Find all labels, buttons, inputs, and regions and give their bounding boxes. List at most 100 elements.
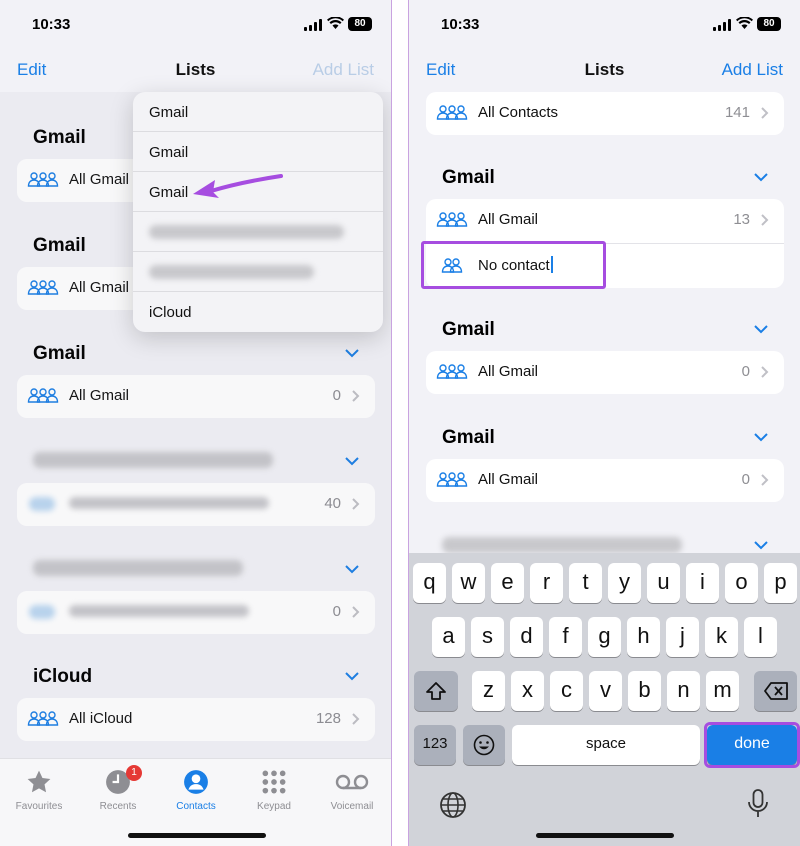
tab-recents[interactable]: 1 Recents: [80, 765, 156, 812]
nav-bar: Edit Lists Add List: [409, 50, 800, 90]
key-q[interactable]: q: [413, 563, 446, 603]
signal-icon: [713, 19, 731, 31]
key-a[interactable]: a: [432, 617, 465, 657]
list-item[interactable]: All Gmail 0: [17, 375, 375, 418]
key-h[interactable]: h: [627, 617, 660, 657]
shift-key[interactable]: [414, 671, 458, 711]
key-c[interactable]: c: [550, 671, 583, 711]
add-list-button[interactable]: Add List: [313, 60, 374, 80]
chevron-down-icon[interactable]: [754, 172, 768, 182]
list-item-label: All Contacts: [478, 104, 559, 121]
key-r[interactable]: r: [530, 563, 563, 603]
section-header: Gmail: [442, 167, 495, 188]
add-list-button[interactable]: Add List: [722, 60, 783, 80]
chevron-down-icon[interactable]: [754, 432, 768, 442]
redacted-header: [33, 452, 273, 468]
key-u[interactable]: u: [647, 563, 680, 603]
key-f[interactable]: f: [549, 617, 582, 657]
key-l[interactable]: l: [744, 617, 777, 657]
wifi-icon: [736, 17, 753, 29]
chevron-down-icon[interactable]: [345, 456, 359, 466]
tab-keypad[interactable]: Keypad: [236, 769, 312, 812]
section-header: Gmail: [442, 427, 495, 448]
home-indicator: [128, 833, 266, 838]
tab-favourites[interactable]: Favourites: [1, 769, 77, 812]
menu-item[interactable]: iCloud: [133, 292, 383, 332]
group-icon: [27, 388, 59, 403]
key-j[interactable]: j: [666, 617, 699, 657]
redacted-header: [33, 560, 243, 576]
chevron-down-icon[interactable]: [754, 324, 768, 334]
key-i[interactable]: i: [686, 563, 719, 603]
signal-icon: [304, 19, 322, 31]
key-b[interactable]: b: [628, 671, 661, 711]
home-indicator: [536, 833, 674, 838]
tab-voicemail[interactable]: Voicemail: [314, 769, 390, 812]
left-screen: 10:33 80 Edit Lists Add List Gmail All G…: [0, 0, 392, 846]
list-item[interactable]: 0: [17, 591, 375, 634]
numbers-key[interactable]: 123: [414, 725, 456, 765]
chevron-right-icon: [352, 498, 359, 510]
emoji-key[interactable]: [463, 725, 505, 765]
globe-icon[interactable]: [439, 791, 467, 819]
chevron-right-icon: [761, 107, 768, 119]
chevron-down-icon[interactable]: [345, 348, 359, 358]
tab-contacts[interactable]: Contacts: [158, 769, 234, 812]
chevron-down-icon[interactable]: [345, 564, 359, 574]
menu-item[interactable]: Gmail: [133, 92, 383, 132]
list-item-all-contacts[interactable]: All Contacts 141: [426, 92, 784, 135]
status-time: 10:33: [441, 16, 480, 33]
right-screen: 10:33 80 Edit Lists Add List All Contact…: [408, 0, 800, 846]
group-icon: [27, 172, 59, 187]
list-item-count: 0: [332, 387, 341, 404]
key-d[interactable]: d: [510, 617, 543, 657]
key-t[interactable]: t: [569, 563, 602, 603]
chevron-down-icon[interactable]: [345, 671, 359, 681]
list-item[interactable]: 40: [17, 483, 375, 526]
list-item[interactable]: All Gmail 0: [426, 459, 784, 502]
microphone-icon[interactable]: [747, 789, 769, 819]
key-y[interactable]: y: [608, 563, 641, 603]
shift-icon: [426, 682, 446, 700]
wifi-icon: [327, 17, 344, 29]
highlight-box: [704, 722, 800, 768]
chevron-down-icon[interactable]: [754, 540, 768, 550]
chevron-right-icon: [761, 474, 768, 486]
key-p[interactable]: p: [764, 563, 797, 603]
key-s[interactable]: s: [471, 617, 504, 657]
list-item[interactable]: All iCloud 128: [17, 698, 375, 741]
key-z[interactable]: z: [472, 671, 505, 711]
key-k[interactable]: k: [705, 617, 738, 657]
space-key[interactable]: space: [512, 725, 700, 765]
delete-key[interactable]: [754, 671, 797, 711]
key-x[interactable]: x: [511, 671, 544, 711]
list-item[interactable]: All Gmail 13: [426, 199, 784, 243]
keypad-icon: [262, 770, 286, 794]
redacted-header: [442, 537, 682, 553]
key-m[interactable]: m: [706, 671, 739, 711]
redacted-icon: [29, 497, 55, 511]
list-item-label: All Gmail: [478, 211, 539, 228]
list-item-count: 0: [741, 363, 750, 380]
list-item-label: All Gmail: [69, 387, 130, 404]
section-header: Gmail: [33, 235, 86, 256]
section-header: Gmail: [33, 127, 86, 148]
group-icon: [436, 364, 468, 379]
key-e[interactable]: e: [491, 563, 524, 603]
voicemail-icon: [335, 774, 369, 790]
menu-item[interactable]: Gmail: [133, 132, 383, 172]
person-icon: [184, 770, 208, 794]
key-v[interactable]: v: [589, 671, 622, 711]
status-bar: 10:33 80: [0, 0, 391, 50]
chevron-right-icon: [761, 366, 768, 378]
list-item-count: 0: [332, 603, 341, 620]
menu-item[interactable]: [133, 212, 383, 252]
redacted-label: [149, 225, 344, 239]
list-item-label: All Gmail: [478, 363, 539, 380]
key-w[interactable]: w: [452, 563, 485, 603]
list-item[interactable]: All Gmail 0: [426, 351, 784, 394]
menu-item[interactable]: [133, 252, 383, 292]
key-o[interactable]: o: [725, 563, 758, 603]
key-g[interactable]: g: [588, 617, 621, 657]
key-n[interactable]: n: [667, 671, 700, 711]
